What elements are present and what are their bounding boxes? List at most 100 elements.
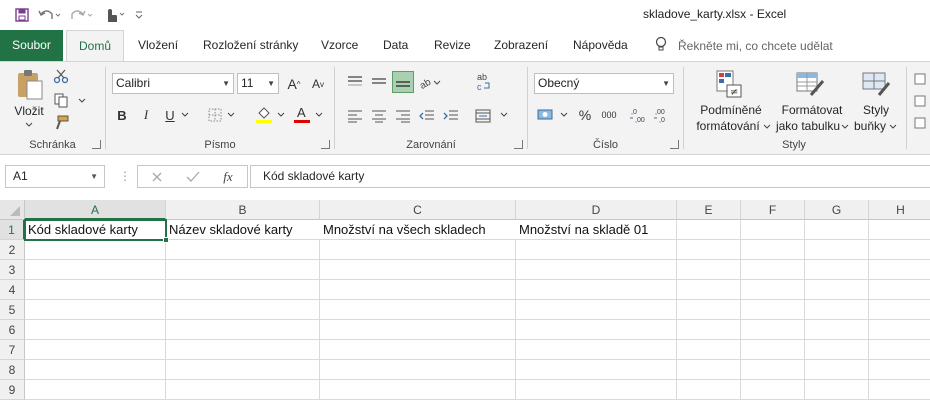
cell-e1[interactable] — [677, 220, 741, 240]
cell-d4[interactable] — [516, 280, 677, 300]
cell-a6[interactable] — [25, 320, 166, 340]
paste-dropdown-icon[interactable] — [22, 120, 36, 130]
align-top-icon[interactable] — [345, 72, 365, 92]
cell-b2[interactable] — [166, 240, 320, 260]
format-as-table-label2[interactable]: jako tabulku — [772, 119, 844, 134]
cancel-icon[interactable] — [148, 168, 166, 186]
cell-styles-label1[interactable]: Styly — [856, 103, 896, 118]
cell-c3[interactable] — [320, 260, 516, 280]
cell-b5[interactable] — [166, 300, 320, 320]
column-header-a[interactable]: A — [25, 200, 166, 220]
cell-h7[interactable] — [869, 340, 930, 360]
row-header-2[interactable]: 2 — [0, 240, 25, 260]
cell-c1[interactable]: Množství na všech skladech — [320, 220, 516, 240]
chevron-down-icon[interactable] — [762, 122, 772, 132]
tab-insert[interactable]: Vložení — [138, 30, 178, 61]
font-color-dropdown-icon[interactable] — [314, 110, 324, 120]
cell-a8[interactable] — [25, 360, 166, 380]
cell-d2[interactable] — [516, 240, 677, 260]
cell-f5[interactable] — [741, 300, 805, 320]
cell-h2[interactable] — [869, 240, 930, 260]
alignment-dialog-launcher[interactable] — [514, 140, 523, 149]
cell-h8[interactable] — [869, 360, 930, 380]
row-header-8[interactable]: 8 — [0, 360, 25, 380]
borders-dropdown-icon[interactable] — [226, 110, 236, 120]
format-painter-icon[interactable] — [52, 114, 70, 132]
align-left-icon[interactable] — [345, 106, 365, 126]
cell-a5[interactable] — [25, 300, 166, 320]
font-dialog-launcher[interactable] — [321, 140, 330, 149]
cell-d8[interactable] — [516, 360, 677, 380]
copy-dropdown-icon[interactable] — [76, 95, 88, 107]
cell-styles-label2[interactable]: buňky — [852, 119, 888, 134]
cut-icon[interactable] — [52, 67, 70, 85]
underline-button[interactable]: U — [162, 106, 178, 124]
cell-e5[interactable] — [677, 300, 741, 320]
cell-g4[interactable] — [805, 280, 869, 300]
cell-d7[interactable] — [516, 340, 677, 360]
clipboard-dialog-launcher[interactable] — [92, 140, 101, 149]
touch-mode-icon[interactable] — [98, 5, 130, 25]
decrease-decimal-icon[interactable]: ,00,0 — [652, 105, 672, 125]
cell-a3[interactable] — [25, 260, 166, 280]
cell-c4[interactable] — [320, 280, 516, 300]
fill-color-dropdown-icon[interactable] — [276, 110, 286, 120]
chevron-down-icon[interactable] — [888, 122, 898, 132]
align-center-icon[interactable] — [369, 106, 389, 126]
enter-icon[interactable] — [184, 168, 202, 186]
align-bottom-icon[interactable] — [392, 71, 414, 93]
formula-bar-grip-icon[interactable]: ⋮ — [119, 169, 131, 185]
cell-f2[interactable] — [741, 240, 805, 260]
cell-d1[interactable]: Množství na skladě 01 — [516, 220, 677, 240]
cell-f1[interactable] — [741, 220, 805, 240]
merge-dropdown-icon[interactable] — [499, 110, 509, 120]
fill-color-icon[interactable] — [254, 104, 274, 124]
row-header-7[interactable]: 7 — [0, 340, 25, 360]
formula-input[interactable]: Kód skladové karty — [250, 165, 930, 188]
cell-e2[interactable] — [677, 240, 741, 260]
paste-label[interactable]: Vložit — [12, 104, 46, 119]
tab-file[interactable]: Soubor — [0, 30, 63, 61]
tab-review[interactable]: Revize — [434, 30, 471, 61]
select-all-corner[interactable] — [0, 200, 25, 220]
bold-button[interactable]: B — [114, 106, 130, 124]
cell-c2[interactable] — [320, 240, 516, 260]
accounting-dropdown-icon[interactable] — [559, 110, 569, 120]
cell-b4[interactable] — [166, 280, 320, 300]
accounting-format-icon[interactable] — [536, 105, 558, 125]
name-box[interactable]: A1 ▼ — [5, 165, 105, 188]
cell-a1[interactable]: Kód skladové karty — [24, 219, 169, 243]
cells-group-partial-icon[interactable] — [913, 70, 927, 130]
cell-g6[interactable] — [805, 320, 869, 340]
font-color-icon[interactable]: A — [292, 104, 312, 124]
font-name-combo[interactable]: Calibri ▼ — [112, 73, 234, 94]
cell-g2[interactable] — [805, 240, 869, 260]
save-icon[interactable] — [10, 5, 34, 25]
cell-h3[interactable] — [869, 260, 930, 280]
tab-view[interactable]: Zobrazení — [494, 30, 548, 61]
cell-b1[interactable]: Název skladové karty — [166, 220, 320, 240]
cell-h5[interactable] — [869, 300, 930, 320]
cell-d3[interactable] — [516, 260, 677, 280]
cell-c5[interactable] — [320, 300, 516, 320]
conditional-formatting-label1[interactable]: Podmíněné — [690, 103, 772, 118]
cell-h4[interactable] — [869, 280, 930, 300]
align-right-icon[interactable] — [393, 106, 413, 126]
cell-c9[interactable] — [320, 380, 516, 400]
cell-b9[interactable] — [166, 380, 320, 400]
cell-g9[interactable] — [805, 380, 869, 400]
customize-qat-icon[interactable] — [130, 5, 148, 25]
cell-c7[interactable] — [320, 340, 516, 360]
conditional-formatting-icon[interactable]: ≠ — [714, 68, 744, 100]
cell-a9[interactable] — [25, 380, 166, 400]
font-size-combo[interactable]: 11 ▼ — [237, 73, 279, 94]
cell-g1[interactable] — [805, 220, 869, 240]
borders-icon[interactable] — [206, 106, 224, 124]
insert-function-button[interactable]: fx — [218, 168, 238, 186]
tell-me-box[interactable]: Řekněte mi, co chcete udělat — [654, 30, 833, 61]
percent-style-icon[interactable]: % — [576, 105, 594, 125]
row-header-3[interactable]: 3 — [0, 260, 25, 280]
tab-data[interactable]: Data — [383, 30, 408, 61]
cell-e9[interactable] — [677, 380, 741, 400]
cell-b3[interactable] — [166, 260, 320, 280]
